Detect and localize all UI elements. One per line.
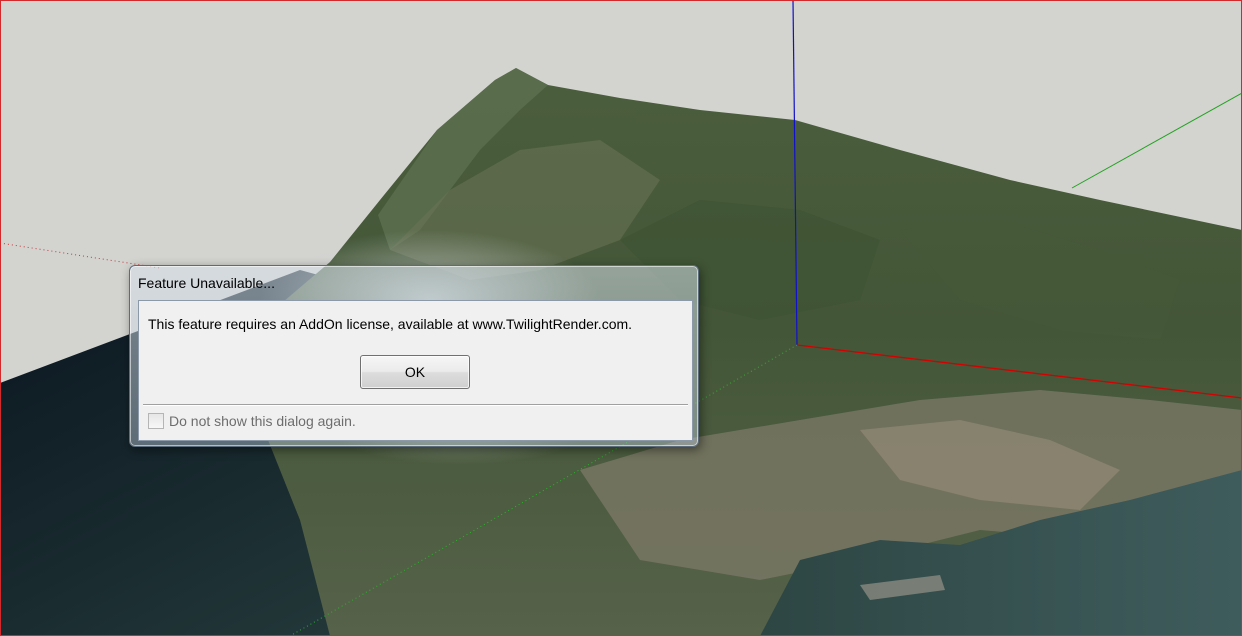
dialog-body: This feature requires an AddOn license, …: [138, 300, 693, 441]
do-not-show-again-checkbox[interactable]: [148, 413, 164, 429]
dialog-title: Feature Unavailable...: [138, 275, 275, 291]
do-not-show-again-label: Do not show this dialog again.: [169, 413, 356, 429]
feature-unavailable-dialog: Feature Unavailable... This feature requ…: [129, 265, 699, 447]
ok-button[interactable]: OK: [360, 355, 470, 389]
dialog-message: This feature requires an AddOn license, …: [148, 316, 633, 332]
do-not-show-again-option[interactable]: Do not show this dialog again.: [148, 412, 356, 430]
dialog-separator: [143, 404, 688, 406]
